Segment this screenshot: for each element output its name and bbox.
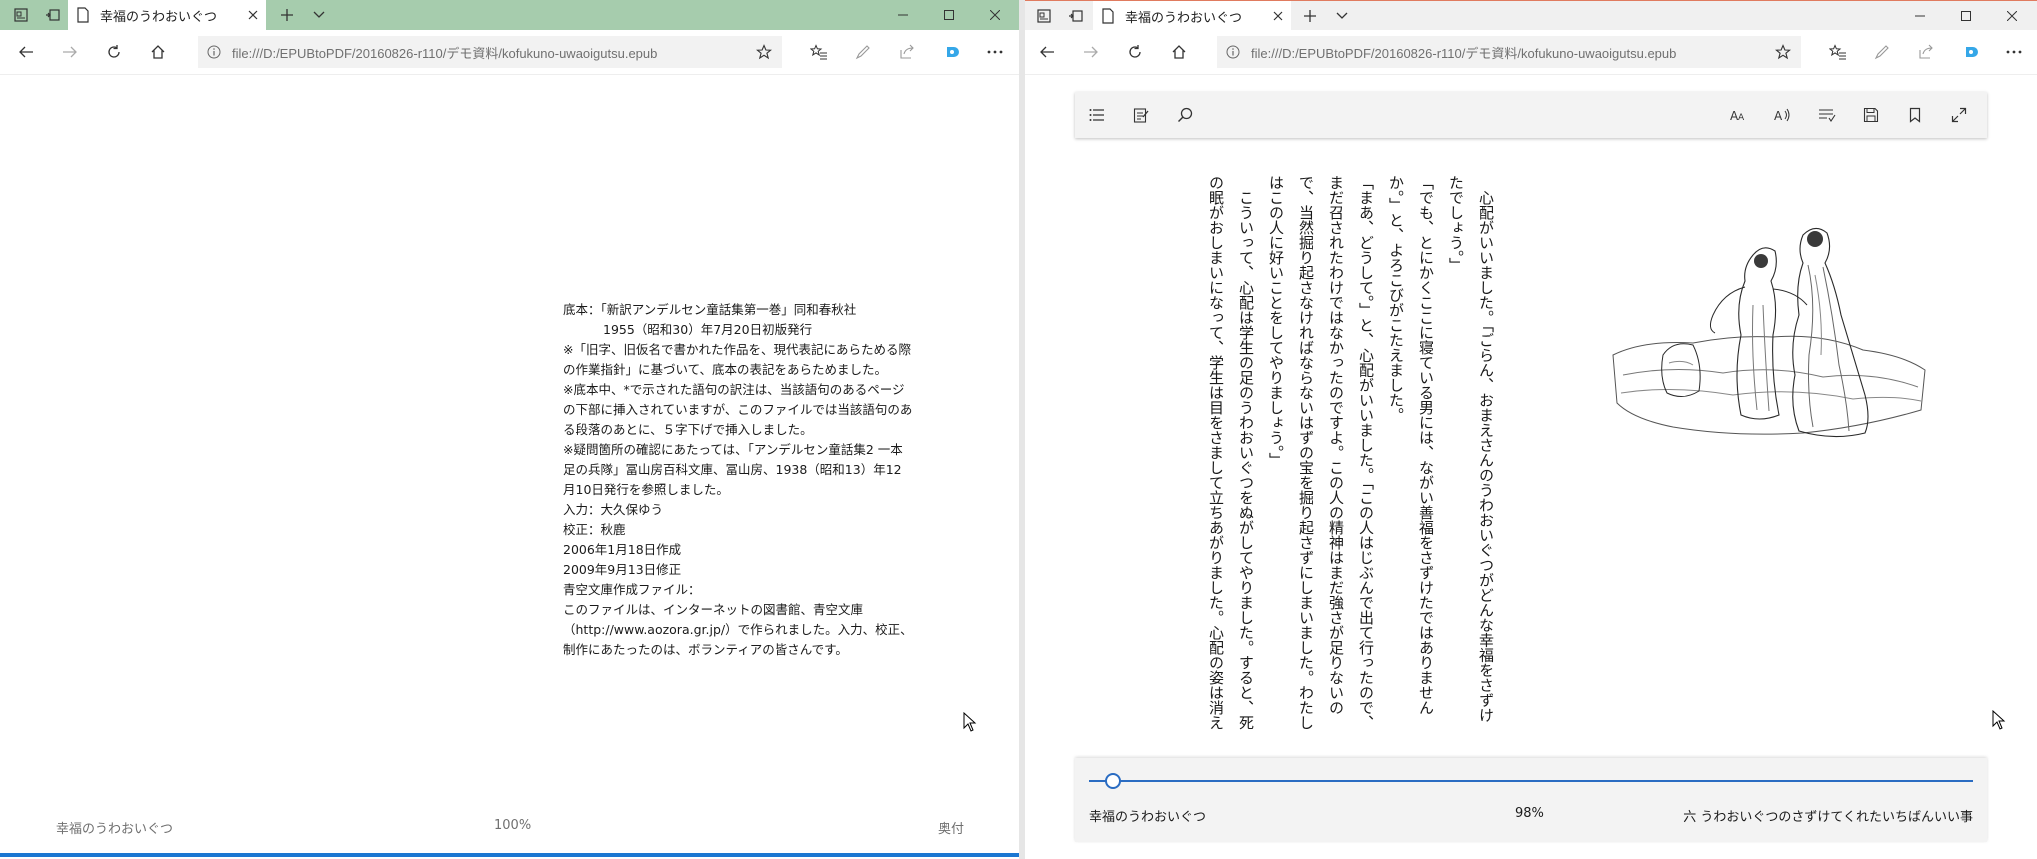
footer-section: 奥付	[938, 822, 965, 837]
tab-list-icon[interactable]	[6, 0, 36, 30]
plus-icon[interactable]	[1295, 1, 1325, 31]
close-window-icon[interactable]	[1989, 1, 2035, 31]
address-text: file:///D:/EPUBtoPDF/20160826-r110/デモ資料/…	[1251, 45, 1677, 61]
tab-list-icon[interactable]	[1029, 1, 1059, 31]
footer-book-title: 幸福のうわおいぐつ	[1089, 810, 1207, 825]
colophon-line: このファイルは、インターネットの図書館、青空文庫（http://www.aozo…	[563, 602, 913, 657]
book-illustration	[1603, 205, 1933, 460]
colophon-line: 校正：秋鹿	[563, 522, 626, 537]
book-paragraph: 「でも、とにかくここに寝ている男には、ながい善福をさずけたではありませんか。」と…	[1387, 175, 1435, 715]
colophon-line: 底本：「新訳アンデルセン童話集第一巻」同和春秋社	[563, 302, 857, 317]
pen-icon[interactable]	[847, 36, 879, 68]
colophon-line: 入力：大久保ゆう	[563, 502, 664, 517]
fullscreen-icon[interactable]	[1947, 103, 1971, 127]
close-window-icon[interactable]	[972, 0, 1018, 30]
close-icon[interactable]	[238, 0, 268, 30]
notes-icon[interactable]	[1129, 103, 1153, 127]
progress-slider-thumb[interactable]	[1105, 773, 1121, 789]
extension-icon[interactable]	[935, 36, 967, 68]
plus-icon[interactable]	[272, 0, 302, 30]
info-icon[interactable]	[206, 44, 222, 60]
text-size-icon[interactable]: AA	[1727, 103, 1751, 127]
save-icon[interactable]	[1859, 103, 1883, 127]
left-browser-window: 幸福のうわおいぐつ file:///D:/EPUBtoPDF/20160826-…	[0, 0, 1019, 859]
tab-active[interactable]: 幸福のうわおいぐつ	[68, 0, 266, 30]
extension-icon[interactable]	[1954, 36, 1986, 68]
book-paragraph: 心配がいいました。「ごらん、おまえさんのうわおいぐつがどんな幸福をさずけたでしょ…	[1447, 175, 1495, 723]
colophon-line: 2009年9月13日修正	[563, 562, 682, 577]
minimize-icon[interactable]	[1897, 1, 1943, 31]
navigation-bar: file:///D:/EPUBtoPDF/20160826-r110/デモ資料/…	[1025, 30, 2037, 75]
refresh-icon[interactable]	[98, 36, 130, 68]
reader-progress-panel: 幸福のうわおいぐつ 98% 六 うわおいぐつのさずけてくれたいちばんいい事	[1075, 758, 1987, 842]
tab-title: 幸福のうわおいぐつ	[1125, 9, 1243, 25]
tab-active[interactable]: 幸福のうわおいぐつ	[1093, 1, 1291, 31]
svg-text:A: A	[1774, 109, 1783, 123]
bookmark-icon[interactable]	[1903, 103, 1927, 127]
svg-text:A: A	[1738, 113, 1745, 122]
colophon-line: 1955（昭和30）年7月20日初版発行	[603, 322, 813, 337]
refresh-icon[interactable]	[1119, 36, 1151, 68]
chevron-down-icon[interactable]	[1327, 1, 1357, 31]
star-icon[interactable]	[752, 40, 776, 64]
back-arrow-icon[interactable]	[1031, 36, 1063, 68]
address-bar[interactable]: file:///D:/EPUBtoPDF/20160826-r110/デモ資料/…	[1217, 36, 1801, 68]
book-body-text: 心配がいいました。「ごらん、おまえさんのうわおいぐつがどんな幸福をさずけたでしょ…	[1195, 175, 1501, 735]
star-icon[interactable]	[1771, 40, 1795, 64]
home-icon[interactable]	[1163, 36, 1195, 68]
tab-title: 幸福のうわおいぐつ	[100, 8, 218, 24]
forward-arrow-icon[interactable]	[1075, 36, 1107, 68]
colophon-line: ※疑問箇所の確認にあたっては、「アンデルセン童話集2 一本足の兵隊」冨山房百科文…	[563, 442, 903, 497]
list-icon[interactable]	[1085, 103, 1109, 127]
right-browser-window: 幸福のうわおいぐつ file:///D:/EPUBtoPDF/20160826-…	[1025, 0, 2037, 859]
back-arrow-icon[interactable]	[10, 36, 42, 68]
tabs-aside-icon[interactable]	[38, 0, 68, 30]
maximize-icon[interactable]	[926, 0, 972, 30]
address-text: file:///D:/EPUBtoPDF/20160826-r110/デモ資料/…	[232, 45, 658, 61]
progress-slider-track[interactable]	[1089, 780, 1973, 782]
colophon-line: 2006年1月18日作成	[563, 542, 682, 557]
footer-chapter: 六 うわおいぐつのさずけてくれたいちばんいい事	[1683, 810, 1973, 825]
grammar-icon[interactable]	[1815, 103, 1839, 127]
tab-strip: 幸福のうわおいぐつ	[1025, 0, 2037, 31]
reading-progress-bar	[0, 853, 1019, 857]
mouse-pointer-icon	[963, 711, 977, 732]
share-icon[interactable]	[1910, 36, 1942, 68]
footer-progress: 98%	[1515, 806, 1544, 821]
close-icon[interactable]	[1263, 1, 1293, 31]
address-bar[interactable]: file:///D:/EPUBtoPDF/20160826-r110/デモ資料/…	[198, 36, 782, 68]
colophon-line: ※「旧字、旧仮名で書かれた作品を、現代表記にあらためる際の作業指針」に基づいて、…	[563, 342, 911, 377]
info-icon[interactable]	[1225, 44, 1241, 60]
navigation-bar: file:///D:/EPUBtoPDF/20160826-r110/デモ資料/…	[0, 30, 1019, 75]
pen-icon[interactable]	[1866, 36, 1898, 68]
colophon-text: 底本：「新訳アンデルセン童話集第一巻」同和春秋社 1955（昭和30）年7月20…	[563, 300, 913, 660]
tabs-aside-icon[interactable]	[1061, 1, 1091, 31]
chevron-down-icon[interactable]	[304, 0, 334, 30]
page-icon	[1101, 8, 1115, 24]
tab-strip: 幸福のうわおいぐつ	[0, 0, 1019, 30]
favorites-icon[interactable]	[1822, 36, 1854, 68]
book-paragraph: こういって、心配は学生の足のうわおいぐつをぬがしてやりました。すると、死の眠がお…	[1207, 175, 1255, 730]
reader-toolbar: AA A	[1075, 92, 1987, 138]
colophon-line: ※底本中、*で示された語句の訳注は、当該語句のあるページの下部に挿入されています…	[563, 382, 913, 437]
mouse-pointer-icon	[1992, 709, 2006, 730]
footer-book-title: 幸福のうわおいぐつ	[56, 822, 174, 837]
more-icon[interactable]	[979, 36, 1011, 68]
maximize-icon[interactable]	[1943, 1, 1989, 31]
home-icon[interactable]	[142, 36, 174, 68]
forward-arrow-icon[interactable]	[54, 36, 86, 68]
page-icon	[76, 7, 90, 23]
more-icon[interactable]	[1998, 36, 2030, 68]
reader-footer: 幸福のうわおいぐつ 100% 奥付	[0, 818, 1019, 842]
read-aloud-icon[interactable]: A	[1771, 103, 1795, 127]
minimize-icon[interactable]	[880, 0, 926, 30]
share-icon[interactable]	[891, 36, 923, 68]
favorites-icon[interactable]	[803, 36, 835, 68]
colophon-line: 青空文庫作成ファイル：	[563, 582, 701, 597]
search-icon[interactable]	[1173, 103, 1197, 127]
footer-progress: 100%	[494, 818, 532, 833]
book-paragraph: 「まあ、どうして。」と、心配がいいました。「この人はじぶんで出て行ったので、まだ…	[1267, 175, 1375, 730]
